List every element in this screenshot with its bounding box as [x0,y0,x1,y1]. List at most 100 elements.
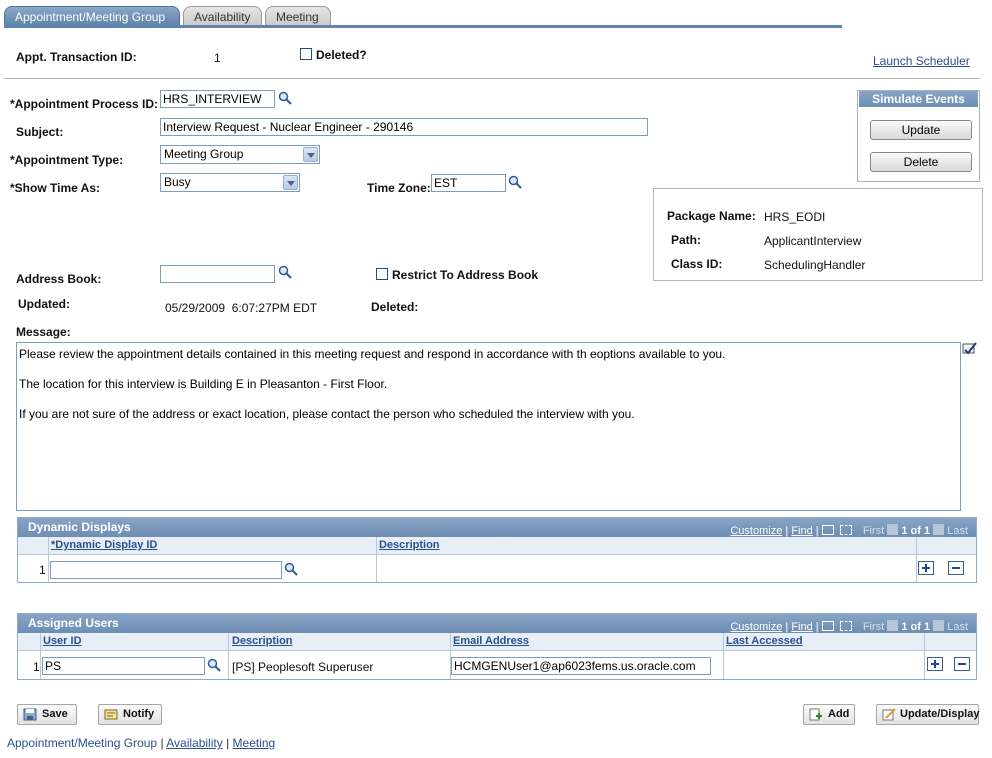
download-icon[interactable] [839,525,852,535]
show-time-as-select[interactable]: Busy [160,173,300,192]
package-name-label: Package Name: [667,209,756,223]
dynamic-display-id-input[interactable] [50,561,282,579]
update-button[interactable]: Update [870,120,972,140]
delete-row-icon[interactable] [948,561,964,575]
tab-underline [4,25,842,28]
row-number: 1 [33,660,40,674]
save-button[interactable]: Save [17,704,77,725]
col-divider [916,537,917,582]
deleted-checkbox[interactable] [300,48,312,60]
col-email-address[interactable]: Email Address [453,635,529,647]
message-textarea[interactable]: Please review the appointment details co… [16,342,961,511]
appointment-process-id-label: *Appointment Process ID: [10,97,159,111]
path-label: Path: [671,233,701,247]
tab-meeting[interactable]: Meeting [265,6,331,26]
save-label: Save [42,708,68,720]
appt-transaction-id-value: 1 [214,51,221,65]
address-book-input[interactable] [160,265,275,283]
time-zone-label: Time Zone: [367,181,431,195]
lookup-magnifier-icon[interactable] [284,562,298,576]
next-icon[interactable] [933,524,945,535]
find-link[interactable]: Find [791,525,812,537]
col-last-accessed[interactable]: Last Accessed [726,635,803,647]
customize-link[interactable]: Customize [730,621,782,633]
launch-scheduler-link[interactable]: Launch Scheduler [873,54,970,68]
first-link[interactable]: First [863,621,884,633]
class-id-label: Class ID: [671,257,723,271]
show-time-as-value: Busy [164,175,191,189]
updated-value: 05/29/2009 6:07:27PM EDT [165,301,318,315]
footer-separator: | [226,736,230,750]
email-address-input[interactable] [451,657,711,675]
divider [4,78,980,79]
subject-input[interactable] [160,118,648,136]
restrict-address-book-checkbox[interactable] [376,268,388,280]
subject-label: Subject: [16,125,64,139]
previous-icon[interactable] [887,620,899,631]
update-display-label: Update/Display [900,708,980,720]
footer-link-availability[interactable]: Availability [166,736,222,750]
message-line: The location for this interview is Build… [19,377,388,391]
update-display-button[interactable]: Update/Display [876,704,979,725]
time-zone-input[interactable] [431,174,506,192]
view-all-icon[interactable] [821,525,834,535]
deleted-status-label: Deleted: [371,300,419,314]
add-button[interactable]: Add [803,704,855,725]
assigned-users-title: Assigned Users [28,616,119,630]
user-description: [PS] Peoplesoft Superuser [232,660,374,674]
notify-label: Notify [123,708,155,720]
delete-button[interactable]: Delete [870,152,972,172]
view-all-icon[interactable] [821,621,834,631]
lookup-magnifier-icon[interactable] [278,91,292,105]
add-label: Add [828,708,850,720]
next-icon[interactable] [933,620,945,631]
add-row-icon[interactable] [927,657,943,671]
assigned-users-header: Assigned Users Customize | Find | First … [18,614,976,633]
col-description[interactable]: Description [232,635,293,647]
last-link[interactable]: Last [947,621,968,633]
first-link[interactable]: First [863,525,884,537]
col-user-id[interactable]: User ID [43,635,82,647]
customize-link[interactable]: Customize [730,525,782,537]
add-icon [809,708,822,721]
footer-link-appointment-meeting-group[interactable]: Appointment/Meeting Group [7,736,157,750]
last-link[interactable]: Last [947,525,968,537]
dynamic-displays-colheaders: *Dynamic Display ID Description [18,537,976,555]
tab-availability[interactable]: Availability [183,6,262,26]
appt-transaction-id-label: Appt. Transaction ID: [16,50,137,64]
notify-button[interactable]: Notify [98,704,162,725]
deleted-label: Deleted? [316,48,367,62]
lookup-magnifier-icon[interactable] [278,265,292,279]
message-line: Please review the appointment details co… [19,347,726,361]
footer-separator: | [160,736,164,750]
footer-links: Appointment/Meeting Group | Availability… [7,736,275,750]
notify-icon [104,709,118,720]
col-divider [924,633,925,679]
col-divider [48,537,49,582]
dynamic-displays-header: Dynamic Displays Customize | Find | Firs… [18,518,976,537]
row-number: 1 [39,563,46,577]
download-icon[interactable] [839,621,852,631]
show-time-as-label: *Show Time As: [10,181,101,195]
lookup-magnifier-icon[interactable] [508,175,522,189]
address-book-label: Address Book: [16,272,102,286]
previous-icon[interactable] [887,524,899,535]
footer-link-meeting[interactable]: Meeting [233,736,276,750]
add-row-icon[interactable] [918,561,934,575]
col-description[interactable]: Description [379,539,440,551]
appointment-type-label: *Appointment Type: [10,153,124,167]
appointment-type-select[interactable]: Meeting Group [160,145,320,164]
tab-appointment-meeting-group[interactable]: Appointment/Meeting Group [4,6,180,26]
message-line: If you are not sure of the address or ex… [19,407,635,421]
col-divider [723,633,724,679]
find-link[interactable]: Find [791,621,812,633]
appointment-process-id-input[interactable] [160,90,275,108]
simulate-events-title: Simulate Events [859,91,978,107]
dynamic-displays-title: Dynamic Displays [28,520,131,534]
spellcheck-icon[interactable] [962,341,978,357]
col-dynamic-display-id[interactable]: *Dynamic Display ID [51,539,157,551]
user-id-input[interactable] [42,657,205,675]
delete-row-icon[interactable] [954,657,970,671]
chevron-down-icon [303,147,318,162]
lookup-magnifier-icon[interactable] [207,658,221,672]
